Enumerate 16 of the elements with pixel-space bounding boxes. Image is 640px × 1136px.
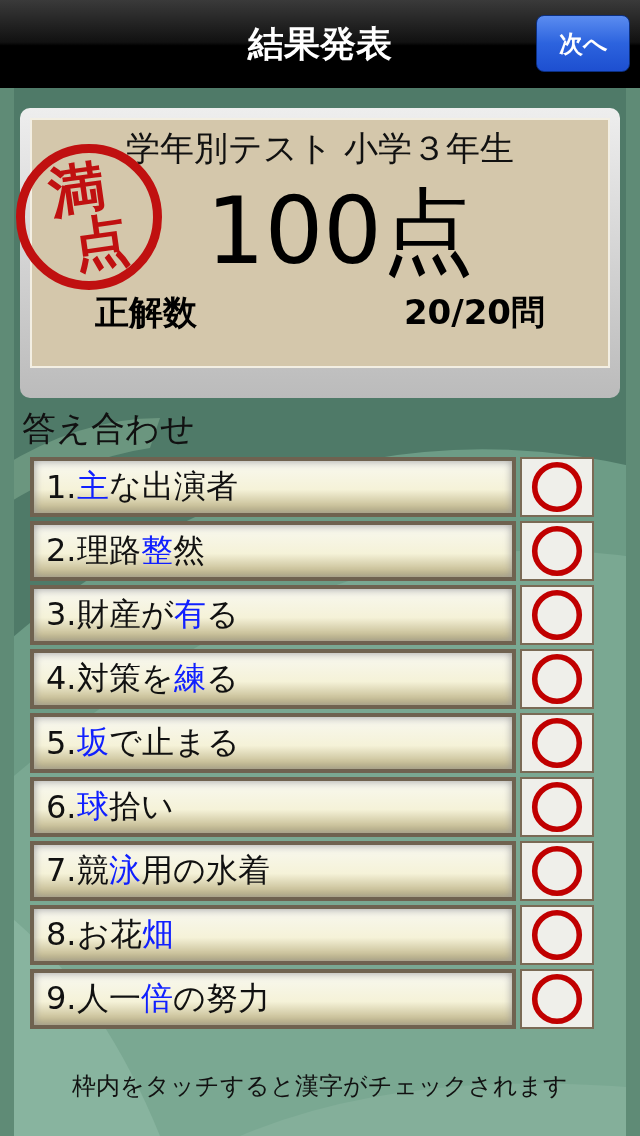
answer-item[interactable]: 5.坂で止まる [30, 712, 516, 773]
section-heading: 答え合わせ [22, 408, 196, 449]
answer-item[interactable]: 2.理路整然 [30, 520, 516, 581]
answer-item[interactable]: 9.人一倍の努力 [30, 968, 516, 1029]
next-button[interactable]: 次へ [536, 15, 630, 72]
hint-text: 枠内をタッチすると漢字がチェックされます [71, 1071, 569, 1102]
answer-item[interactable]: 7.競泳用の水着 [30, 840, 516, 901]
screen-title: 結果発表 [248, 21, 392, 66]
answer-item[interactable]: 1.主な出演者 [30, 456, 516, 517]
correct-count: 20/20問 [403, 291, 545, 334]
score-value: 100点 [206, 186, 474, 278]
correct-label: 正解数 [95, 291, 197, 334]
answer-item[interactable]: 3.財産が有る [30, 584, 516, 645]
answer-item[interactable]: 8.お花畑 [30, 904, 516, 965]
answer-item[interactable]: 6.球拾い [30, 776, 516, 837]
answer-item[interactable]: 4.対策を練る [30, 648, 516, 709]
